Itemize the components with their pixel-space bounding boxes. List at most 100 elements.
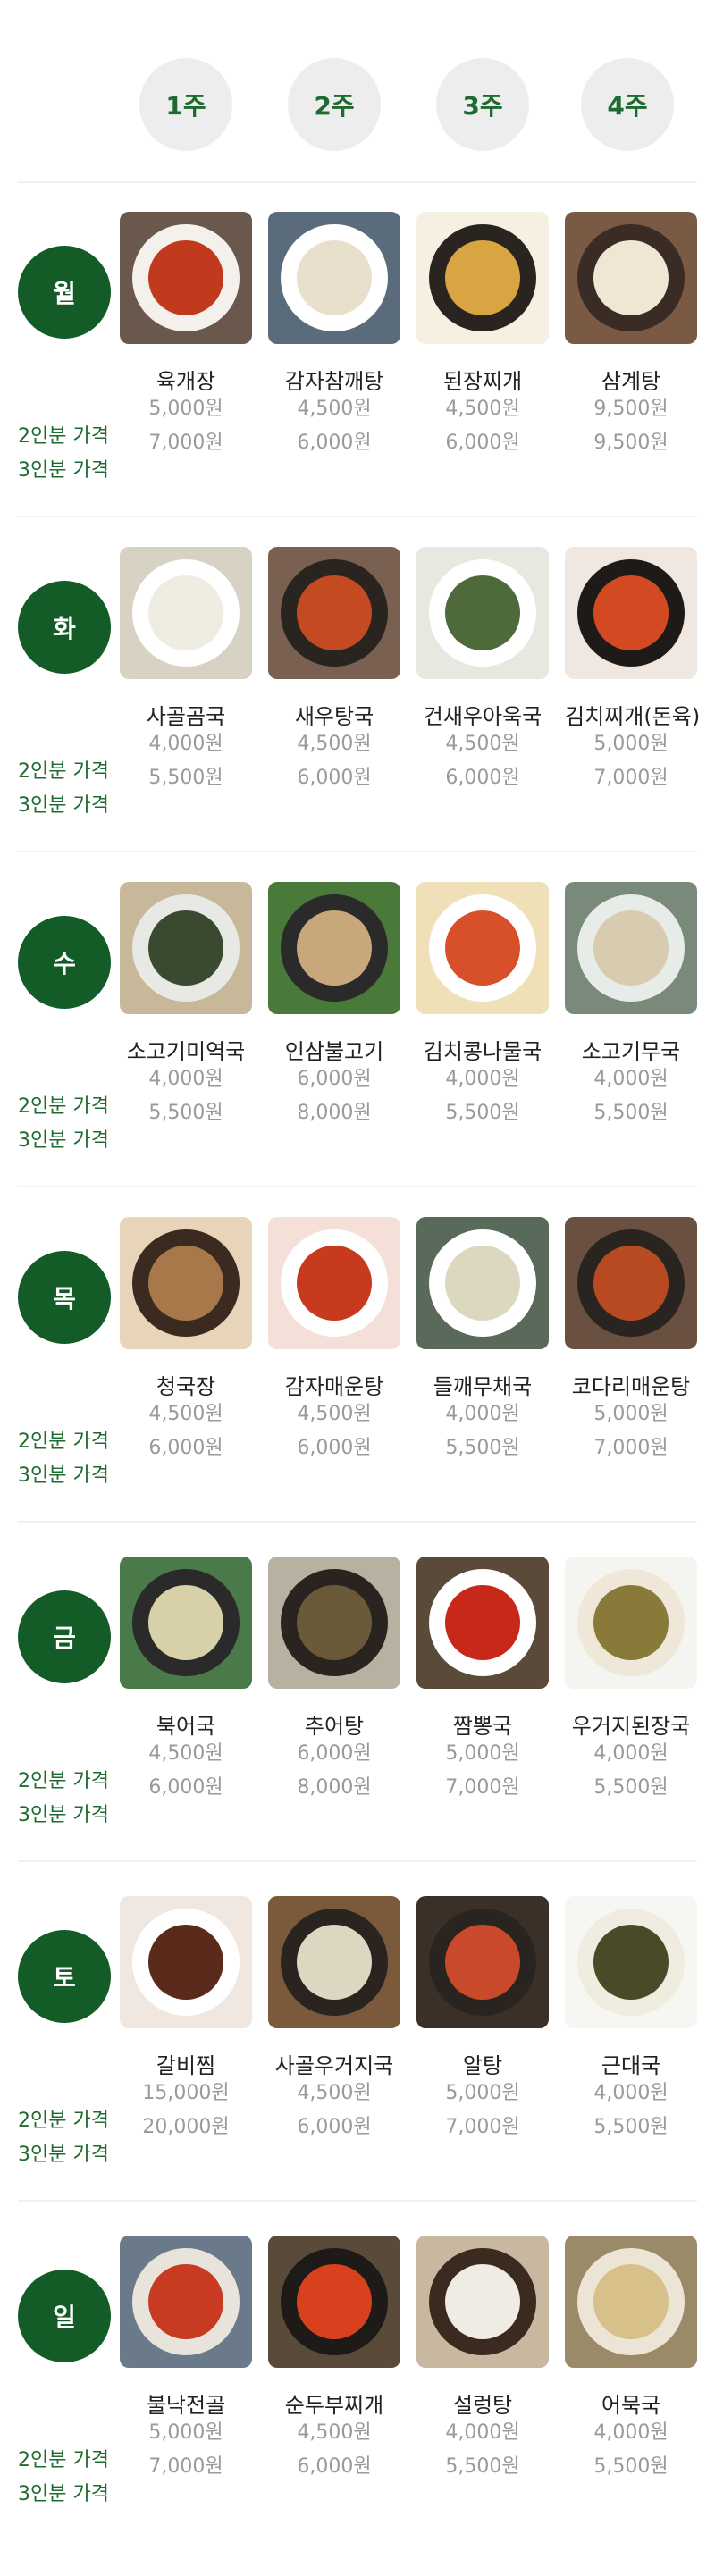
bowl-shape	[429, 1569, 536, 1676]
bowl-shape	[577, 224, 685, 331]
bone-broth-cabbage-soup-photo	[268, 1896, 400, 2028]
dish-name: 인삼불고기	[284, 1039, 384, 1064]
day-section: 수 2인분 가격 3인분 가격 소고기미역국 4,000원 5,500원 인삼불고기 6,00…	[0, 853, 715, 1188]
menu-item[interactable]: 감자참깨탕 4,500원 6,000원	[268, 212, 400, 460]
price-2-servings: 9,500원	[593, 398, 669, 420]
price-3-servings: 6,000원	[297, 2455, 372, 2478]
menu-item[interactable]: 사골곰국 4,000원 5,500원	[120, 547, 252, 795]
price-label-3-servings: 3인분 가격	[18, 1804, 109, 1826]
soup-shape	[297, 1585, 372, 1660]
menu-item[interactable]: 육개장 5,000원 7,000원	[120, 212, 252, 460]
price-label-2-servings: 2인분 가격	[18, 425, 109, 448]
section-divider	[18, 1186, 697, 1187]
menu-item[interactable]: 설렁탕 4,000원 5,500원	[416, 2236, 549, 2484]
price-2-servings: 5,000원	[445, 1742, 520, 1765]
day-section: 일 2인분 가격 3인분 가격 불낙전골 5,000원 7,000원 순두부찌개 4,500원…	[0, 2207, 715, 2542]
soup-shape	[148, 1585, 223, 1660]
price-label-2-servings: 2인분 가격	[18, 1770, 109, 1792]
menu-item[interactable]: 건새우아욱국 4,500원 6,000원	[416, 547, 549, 795]
menu-item[interactable]: 불낙전골 5,000원 7,000원	[120, 2236, 252, 2484]
soup-shape	[593, 575, 669, 650]
menu-item[interactable]: 북어국 4,500원 6,000원	[120, 1557, 252, 1805]
dish-name: 청국장	[156, 1374, 216, 1399]
spicy-pollack-stew-photo	[565, 1217, 697, 1349]
price-label-3-servings: 3인분 가격	[18, 2144, 109, 2166]
price-3-servings: 5,500원	[148, 767, 223, 789]
soup-shape	[297, 240, 372, 315]
soup-shape	[297, 1246, 372, 1321]
price-2-servings: 4,500원	[148, 1742, 223, 1765]
dish-name: 육개장	[156, 369, 216, 394]
price-2-servings: 4,500원	[297, 2421, 372, 2444]
bowl-shape	[429, 224, 536, 331]
price-2-servings: 4,000원	[593, 1742, 669, 1765]
price-2-servings: 6,000원	[297, 1742, 372, 1765]
dish-name: 갈비찜	[156, 2053, 216, 2078]
ginseng-chicken-soup-photo	[565, 212, 697, 344]
price-2-servings: 4,000원	[445, 1403, 520, 1425]
dish-name: 소고기무국	[581, 1039, 681, 1064]
dish-name: 근대국	[601, 2053, 661, 2078]
price-3-servings: 6,000원	[148, 1437, 223, 1459]
week-1-tab[interactable]: 1주	[139, 58, 232, 151]
shrimp-soup-photo	[268, 547, 400, 679]
price-2-servings: 5,000원	[593, 733, 669, 755]
soup-shape	[297, 2264, 372, 2339]
price-2-servings: 5,000원	[148, 2421, 223, 2444]
dish-name: 설렁탕	[452, 2393, 513, 2418]
price-3-servings: 7,000원	[593, 1437, 669, 1459]
menu-item[interactable]: 짬뽕국 5,000원 7,000원	[416, 1557, 549, 1805]
soup-shape	[297, 575, 372, 650]
menu-item[interactable]: 삼계탕 9,500원 9,500원	[565, 212, 697, 460]
week-2-tab[interactable]: 2주	[288, 58, 381, 151]
bowl-shape	[132, 1229, 240, 1337]
soup-shape	[148, 1246, 223, 1321]
dish-name: 새우탕국	[294, 704, 374, 729]
price-label-2-servings: 2인분 가격	[18, 1431, 109, 1453]
menu-item[interactable]: 근대국 4,000원 5,500원	[565, 1896, 697, 2144]
price-3-servings: 8,000원	[297, 1102, 372, 1124]
week-4-tab[interactable]: 4주	[581, 58, 674, 151]
week-3-tab[interactable]: 3주	[436, 58, 529, 151]
menu-item[interactable]: 새우탕국 4,500원 6,000원	[268, 547, 400, 795]
dish-name: 김치찌개(돈육)	[565, 704, 701, 729]
menu-item[interactable]: 우거지된장국 4,000원 5,500원	[565, 1557, 697, 1805]
menu-item[interactable]: 된장찌개 4,500원 6,000원	[416, 212, 549, 460]
menu-item[interactable]: 소고기무국 4,000원 5,500원	[565, 882, 697, 1130]
menu-item[interactable]: 추어탕 6,000원 8,000원	[268, 1557, 400, 1805]
ginseng-bulgogi-photo	[268, 882, 400, 1014]
menu-item[interactable]: 사골우거지국 4,500원 6,000원	[268, 1896, 400, 2144]
price-3-servings: 6,000원	[297, 1437, 372, 1459]
price-2-servings: 4,500원	[445, 398, 520, 420]
soup-shape	[297, 910, 372, 986]
dish-name: 소고기미역국	[126, 1039, 246, 1064]
day-badge: 목	[18, 1251, 111, 1344]
bowl-shape	[429, 1909, 536, 2016]
menu-item[interactable]: 인삼불고기 6,000원 8,000원	[268, 882, 400, 1130]
price-label-3-servings: 3인분 가격	[18, 794, 109, 817]
day-section: 화 2인분 가격 3인분 가격 사골곰국 4,000원 5,500원 새우탕국 4,500원 6…	[0, 518, 715, 853]
menu-item[interactable]: 코다리매운탕 5,000원 7,000원	[565, 1217, 697, 1465]
menu-item[interactable]: 어묵국 4,000원 5,500원	[565, 2236, 697, 2484]
menu-item[interactable]: 순두부찌개 4,500원 6,000원	[268, 2236, 400, 2484]
section-divider	[18, 1860, 697, 1862]
menu-item[interactable]: 감자매운탕 4,500원 6,000원	[268, 1217, 400, 1465]
bowl-shape	[132, 894, 240, 1002]
menu-item[interactable]: 소고기미역국 4,000원 5,500원	[120, 882, 252, 1130]
menu-item[interactable]: 김치찌개(돈육) 5,000원 7,000원	[565, 547, 701, 795]
price-3-servings: 5,500원	[593, 2455, 669, 2478]
menu-item[interactable]: 김치콩나물국 4,000원 5,500원	[416, 882, 549, 1130]
menu-item[interactable]: 갈비찜 15,000원 20,000원	[120, 1896, 252, 2144]
soup-shape	[593, 2264, 669, 2339]
bowl-shape	[132, 2248, 240, 2355]
soup-shape	[445, 1585, 520, 1660]
price-3-servings: 6,000원	[297, 432, 372, 454]
menu-item[interactable]: 들깨무채국 4,000원 5,500원	[416, 1217, 549, 1465]
bowl-shape	[429, 2248, 536, 2355]
price-2-servings: 4,000원	[148, 733, 223, 755]
day-badge: 수	[18, 916, 111, 1009]
menu-item[interactable]: 청국장 4,500원 6,000원	[120, 1217, 252, 1465]
menu-item[interactable]: 알탕 5,000원 7,000원	[416, 1896, 549, 2144]
price-label-2-servings: 2인분 가격	[18, 2110, 109, 2132]
price-2-servings: 4,500원	[297, 1403, 372, 1425]
